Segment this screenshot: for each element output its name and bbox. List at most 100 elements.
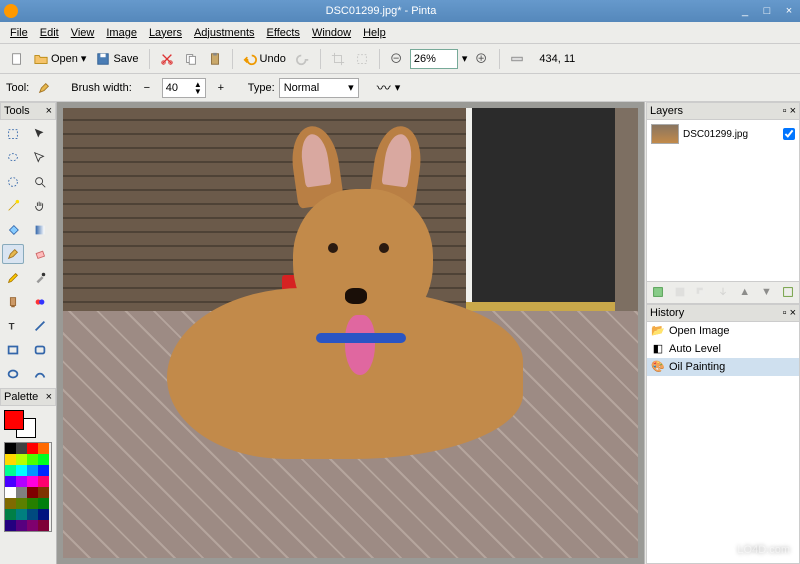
color-swatches[interactable]	[4, 410, 40, 438]
redo-button[interactable]	[292, 48, 314, 70]
palette-color[interactable]	[5, 487, 16, 498]
close-button[interactable]: ×	[782, 4, 796, 18]
palette-color[interactable]	[27, 520, 38, 531]
tool-ellipse[interactable]	[2, 364, 24, 384]
chevron-down-icon[interactable]: ▾	[460, 52, 470, 65]
history-item[interactable]: ◧Auto Level	[647, 340, 799, 358]
palette-color[interactable]	[38, 476, 49, 487]
tool-pencil[interactable]	[2, 268, 24, 288]
brush-width-input[interactable]: 40▲▼	[162, 78, 206, 98]
delete-layer-button[interactable]	[672, 284, 688, 300]
brush-width-plus[interactable]: +	[210, 77, 232, 99]
history-float-icon[interactable]: ▫	[783, 307, 787, 319]
chevron-down-icon[interactable]: ▾	[395, 81, 401, 94]
current-tool-icon[interactable]	[33, 77, 55, 99]
tool-eraser[interactable]	[29, 244, 51, 264]
palette-color[interactable]	[38, 487, 49, 498]
palette-close-icon[interactable]: ×	[46, 391, 52, 403]
tool-rounded-rect[interactable]	[29, 340, 51, 360]
palette-color[interactable]	[27, 509, 38, 520]
menu-image[interactable]: Image	[100, 25, 143, 41]
palette-color[interactable]	[5, 498, 16, 509]
canvas-area[interactable]	[56, 102, 645, 564]
save-button[interactable]: Save	[92, 48, 142, 70]
tool-magic-wand[interactable]	[2, 196, 24, 216]
palette-color[interactable]	[5, 454, 16, 465]
merge-down-button[interactable]	[715, 284, 731, 300]
history-item[interactable]: 🎨Oil Painting	[647, 358, 799, 376]
palette-color[interactable]	[38, 443, 49, 454]
tool-ellipse-select[interactable]	[2, 172, 24, 192]
tool-fill[interactable]	[2, 220, 24, 240]
tools-close-icon[interactable]: ×	[46, 105, 52, 117]
paste-button[interactable]	[204, 48, 226, 70]
ruler-toggle-button[interactable]	[506, 48, 528, 70]
tool-move[interactable]	[29, 124, 51, 144]
history-close-icon[interactable]: ×	[790, 307, 796, 319]
palette-color[interactable]	[5, 520, 16, 531]
palette-color[interactable]	[16, 476, 27, 487]
palette-color[interactable]	[38, 465, 49, 476]
tool-move-selection[interactable]	[29, 148, 51, 168]
canvas-image[interactable]	[63, 108, 638, 558]
menu-layers[interactable]: Layers	[143, 25, 188, 41]
menu-adjustments[interactable]: Adjustments	[188, 25, 261, 41]
open-button[interactable]: Open ▾	[30, 48, 90, 70]
tool-text[interactable]: T	[2, 316, 24, 336]
layers-float-icon[interactable]: ▫	[783, 105, 787, 117]
palette-color[interactable]	[38, 498, 49, 509]
palette-color[interactable]	[5, 509, 16, 520]
brush-width-minus[interactable]: −	[136, 77, 158, 99]
palette-color[interactable]	[16, 509, 27, 520]
tool-recolor[interactable]	[29, 292, 51, 312]
layer-row[interactable]: DSC01299.jpg	[647, 120, 799, 148]
deselect-button[interactable]	[351, 48, 373, 70]
palette-color[interactable]	[16, 487, 27, 498]
palette-color[interactable]	[16, 520, 27, 531]
menu-help[interactable]: Help	[357, 25, 392, 41]
crop-button[interactable]	[327, 48, 349, 70]
palette-color[interactable]	[38, 520, 49, 531]
tool-color-picker[interactable]	[29, 268, 51, 288]
zoom-out-button[interactable]	[386, 48, 408, 70]
menu-effects[interactable]: Effects	[261, 25, 306, 41]
tool-line[interactable]	[29, 316, 51, 336]
new-button[interactable]	[6, 48, 28, 70]
zoom-in-button[interactable]	[471, 48, 493, 70]
menu-edit[interactable]: Edit	[34, 25, 65, 41]
layer-visible-checkbox[interactable]	[783, 128, 795, 140]
duplicate-layer-button[interactable]	[693, 284, 709, 300]
zoom-input[interactable]	[410, 49, 458, 69]
tool-rect-select[interactable]	[2, 124, 24, 144]
layer-properties-button[interactable]	[780, 284, 796, 300]
palette-color[interactable]	[27, 487, 38, 498]
menu-file[interactable]: File	[4, 25, 34, 41]
palette-color[interactable]	[16, 465, 27, 476]
tool-clone[interactable]	[2, 292, 24, 312]
add-layer-button[interactable]	[650, 284, 666, 300]
palette-color[interactable]	[27, 465, 38, 476]
palette-color[interactable]	[38, 454, 49, 465]
palette-color[interactable]	[5, 465, 16, 476]
tool-freeform[interactable]	[29, 364, 51, 384]
palette-color[interactable]	[16, 443, 27, 454]
palette-color[interactable]	[16, 498, 27, 509]
layers-close-icon[interactable]: ×	[790, 105, 796, 117]
menu-view[interactable]: View	[65, 25, 101, 41]
cut-button[interactable]	[156, 48, 178, 70]
move-up-button[interactable]: ▲	[737, 284, 753, 300]
tool-rect[interactable]	[2, 340, 24, 360]
tool-paintbrush[interactable]	[2, 244, 24, 264]
menu-window[interactable]: Window	[306, 25, 357, 41]
minimize-button[interactable]: _	[738, 4, 752, 18]
palette-color[interactable]	[27, 454, 38, 465]
tool-lasso[interactable]	[2, 148, 24, 168]
tool-pan[interactable]	[29, 196, 51, 216]
palette-color[interactable]	[38, 509, 49, 520]
copy-button[interactable]	[180, 48, 202, 70]
palette-color[interactable]	[27, 498, 38, 509]
palette-color[interactable]	[27, 476, 38, 487]
palette-color[interactable]	[16, 454, 27, 465]
tool-gradient[interactable]	[29, 220, 51, 240]
palette-color[interactable]	[27, 443, 38, 454]
